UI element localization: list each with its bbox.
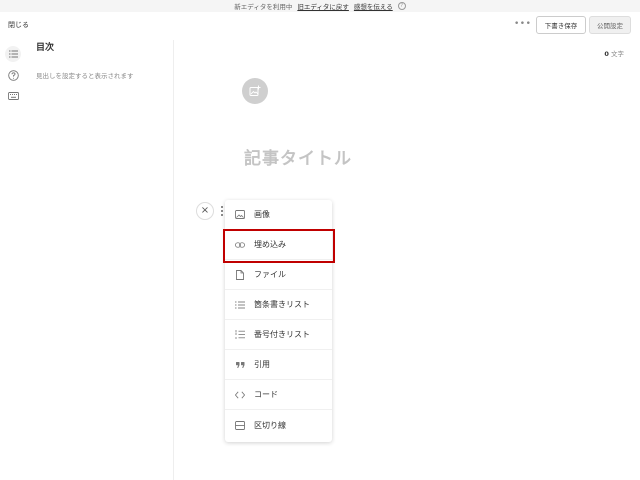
toc-empty-hint: 見出しを設定すると表示されます <box>36 72 134 80</box>
bullet-list-icon <box>235 300 245 310</box>
menu-item-label: ファイル <box>254 270 286 279</box>
more-options-icon[interactable]: ••• <box>514 20 531 29</box>
insert-divider-item[interactable]: 区切り線 <box>225 410 332 440</box>
feedback-link[interactable]: 感想を伝える <box>354 1 393 11</box>
quote-icon <box>235 360 245 370</box>
menu-item-label: 区切り線 <box>254 420 286 430</box>
menu-item-label: 箇条書きリスト <box>254 300 310 309</box>
legacy-editor-link[interactable]: 旧エディタに戻す <box>297 1 349 11</box>
menu-item-label: 番号付きリスト <box>254 330 310 339</box>
toc-title: 目次 <box>36 43 55 53</box>
insert-image-item[interactable]: 画像 <box>225 200 332 230</box>
publish-settings-button[interactable]: 公開設定 <box>589 16 631 34</box>
left-rail <box>0 40 26 480</box>
insert-code-item[interactable]: コード <box>225 380 332 410</box>
editor-header: 閉じる ••• 下書き保存 公開設定 <box>0 12 640 40</box>
file-icon <box>235 269 245 280</box>
insert-quote-item[interactable]: 引用 <box>225 350 332 380</box>
banner-notice-text: 新エディタを利用中 <box>234 3 293 11</box>
numbered-list-icon <box>235 330 245 340</box>
help-circle-icon[interactable] <box>5 67 21 83</box>
add-header-image-button[interactable] <box>242 78 268 104</box>
add-image-icon <box>249 85 261 96</box>
list-icon[interactable] <box>5 46 21 62</box>
save-draft-button[interactable]: 下書き保存 <box>536 16 586 34</box>
character-count-value: 0 <box>604 50 609 58</box>
menu-item-label: 引用 <box>254 360 270 369</box>
menu-item-label: コード <box>254 390 278 399</box>
character-count: 0 文字 <box>604 48 624 58</box>
image-icon <box>235 210 245 220</box>
menu-item-label: 画像 <box>254 210 270 219</box>
help-icon[interactable]: ? <box>397 2 406 10</box>
insert-file-item[interactable]: ファイル <box>225 260 332 290</box>
code-icon <box>235 390 245 400</box>
editor-notice-banner: 新エディタを利用中 旧エディタに戻す 感想を伝える ? <box>0 0 640 12</box>
divider-icon <box>235 420 245 430</box>
keyboard-icon[interactable] <box>5 88 21 104</box>
table-of-contents-panel: 目次 見出しを設定すると表示されます <box>26 40 174 480</box>
article-title-input[interactable]: 記事タイトル <box>244 144 352 169</box>
insert-numbered-list-item[interactable]: 番号付きリスト <box>225 320 332 350</box>
character-count-unit: 文字 <box>611 50 624 58</box>
close-editor-button[interactable]: 閉じる <box>8 20 29 30</box>
close-insert-menu-button[interactable]: × <box>196 202 214 220</box>
insert-bullet-list-item[interactable]: 箇条書きリスト <box>225 290 332 320</box>
highlight-box <box>223 229 335 263</box>
